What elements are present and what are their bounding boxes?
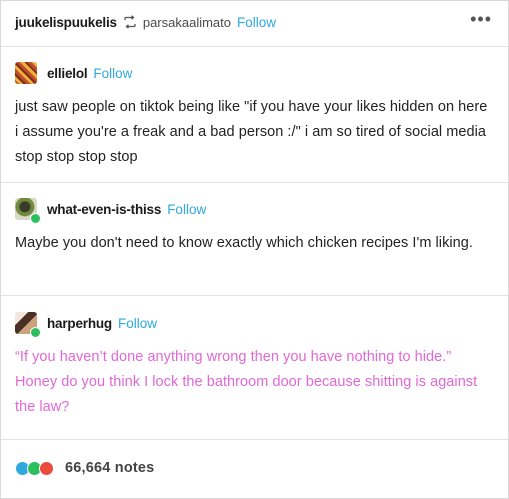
username[interactable]: harperhug (47, 316, 112, 331)
quote-text: “If you haven’t done anything wrong then… (15, 349, 478, 415)
reblog-entry: ellielol Follow just saw people on tikto… (15, 61, 494, 170)
username[interactable]: ellielol (47, 66, 88, 81)
divider (1, 46, 508, 47)
follow-button[interactable]: Follow (118, 316, 157, 331)
follow-button[interactable]: Follow (167, 202, 206, 217)
divider (1, 182, 508, 183)
online-badge-icon (30, 327, 41, 338)
reblog-icon (124, 15, 136, 29)
avatar[interactable] (15, 62, 37, 84)
more-options-icon[interactable]: ••• (470, 10, 492, 28)
reblog-entry: harperhug Follow “If you haven’t done an… (15, 311, 494, 420)
post-text: just saw people on tiktok being like "if… (15, 99, 488, 165)
online-badge-icon (30, 213, 41, 224)
avatar[interactable] (15, 312, 41, 338)
divider (1, 439, 508, 440)
like-note-icon (39, 460, 54, 476)
source-name[interactable]: parsakaalimato (143, 15, 231, 30)
follow-button[interactable]: Follow (93, 66, 132, 81)
post-header: juukelispuukelis parsakaalimato Follow •… (15, 10, 494, 33)
follow-button[interactable]: Follow (237, 15, 276, 30)
post-card: juukelispuukelis parsakaalimato Follow •… (0, 0, 509, 499)
post-text: Maybe you don't need to know exactly whi… (15, 235, 473, 251)
reblog-entry: what-even-is-thiss Follow Maybe you don'… (15, 197, 494, 256)
reblogger-name[interactable]: juukelispuukelis (15, 15, 117, 30)
avatar[interactable] (15, 198, 41, 224)
divider (1, 295, 508, 296)
notes-count[interactable]: 66,664 notes (65, 460, 154, 476)
notes-row[interactable]: 66,664 notes (15, 460, 154, 476)
username[interactable]: what-even-is-thiss (47, 202, 161, 217)
